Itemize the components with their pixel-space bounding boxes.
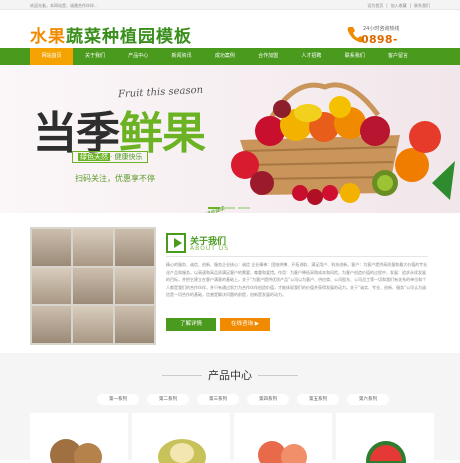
nav-cases[interactable]: 成功案例 (203, 48, 246, 65)
banner-tag: 绿色天然 · 健康快乐 (72, 151, 149, 163)
tab-series-1[interactable]: 第一系列 (97, 394, 139, 405)
slider-dot[interactable] (223, 207, 235, 209)
product-card[interactable] (234, 413, 332, 463)
title-divider (258, 375, 298, 376)
about-title: 关于我们 ABOUT US (166, 231, 428, 257)
hotline-label: 24小时咨询热线 (363, 26, 400, 32)
product-card[interactable] (132, 413, 230, 463)
set-home-link[interactable]: 设为首页 (367, 3, 383, 9)
durian-image (158, 439, 206, 463)
tab-series-2[interactable]: 第二系列 (147, 394, 189, 405)
top-links: 设为首页 | 加入收藏 | 联系我们 (367, 3, 430, 9)
nav-franchise[interactable]: 合作加盟 (246, 48, 289, 65)
slider-dot[interactable] (208, 207, 220, 209)
link-divider: | (409, 3, 411, 8)
peach-image (258, 441, 307, 463)
logo-part2: 蔬菜种植园模板 (66, 27, 192, 47)
watermelon-image (366, 441, 406, 463)
welcome-text: 欢迎光临，本网站是，诚邀合作伙伴... (30, 3, 98, 8)
play-icon (166, 233, 186, 253)
products-title: 产品中心 (208, 369, 252, 382)
logo-part1: 水果 (30, 27, 66, 47)
nav-news[interactable]: 新闻资讯 (160, 48, 203, 65)
link-divider: | (386, 3, 388, 8)
contact-link[interactable]: 联系我们 (414, 3, 430, 9)
nav-about[interactable]: 关于我们 (73, 48, 116, 65)
product-card[interactable] (336, 413, 434, 463)
kiwi-image (50, 439, 102, 463)
main-nav: 网站首页 关于我们 产品中心 新闻资讯 成功案例 合作加盟 人才招聘 联系我们 … (0, 48, 460, 65)
nav-contact[interactable]: 联系我们 (333, 48, 376, 65)
banner-tag-highlight: 绿色天然 (78, 153, 110, 161)
top-bar: 欢迎光临，本网站是，诚邀合作伙伴... 设为首页 | 加入收藏 | 联系我们 (0, 0, 460, 10)
site-logo[interactable]: 水果蔬菜种植园模板 (30, 22, 192, 47)
product-tabs: 第一系列 第二系列 第三系列 第四系列 第五系列 第六系列 (97, 394, 389, 405)
about-heading-en: ABOUT US (190, 245, 230, 252)
product-card[interactable] (30, 413, 128, 463)
fruit-basket-image (231, 82, 455, 205)
nav-products[interactable]: 产品中心 (117, 48, 160, 65)
tab-series-6[interactable]: 第六系列 (347, 394, 389, 405)
about-text: 精心的服务、诚信、创新、服务企业核心：诚信 企业精神：团结拼搏、开拓进取、满足用… (166, 262, 428, 297)
tab-series-3[interactable]: 第三系列 (197, 394, 239, 405)
banner-tag-rest: · 健康快乐 (110, 153, 143, 161)
nav-jobs[interactable]: 人才招聘 (290, 48, 333, 65)
tab-series-5[interactable]: 第五系列 (297, 394, 339, 405)
nav-home[interactable]: 网站首页 (30, 48, 74, 65)
tab-series-4[interactable]: 第四系列 (247, 394, 289, 405)
about-section: 关于我们 ABOUT US 精心的服务、诚信、创新、服务企业核心：诚信 企业精神… (0, 213, 460, 353)
slider-dot[interactable] (238, 207, 250, 209)
slider-dots (208, 207, 250, 209)
warehouse-photo (30, 227, 156, 345)
banner-subtitle: 扫码关注，优惠享不停 (75, 174, 155, 183)
hero-banner[interactable]: Fruit this season 当季鲜果 绿色天然 · 健康快乐 扫码关注，优… (0, 65, 460, 213)
learn-more-button[interactable]: 了解详情 (166, 318, 216, 331)
product-grid (30, 413, 434, 463)
add-favorite-link[interactable]: 加入收藏 (391, 3, 407, 9)
online-consult-button[interactable]: 在线咨询 ▶ (220, 318, 270, 331)
nav-message[interactable]: 客户留言 (376, 48, 419, 65)
site-header: 水果蔬菜种植园模板 24小时咨询热线 0898-08980898 (0, 10, 460, 59)
products-section: 产品中心 第一系列 第二系列 第三系列 第四系列 第五系列 第六系列 (0, 353, 460, 463)
